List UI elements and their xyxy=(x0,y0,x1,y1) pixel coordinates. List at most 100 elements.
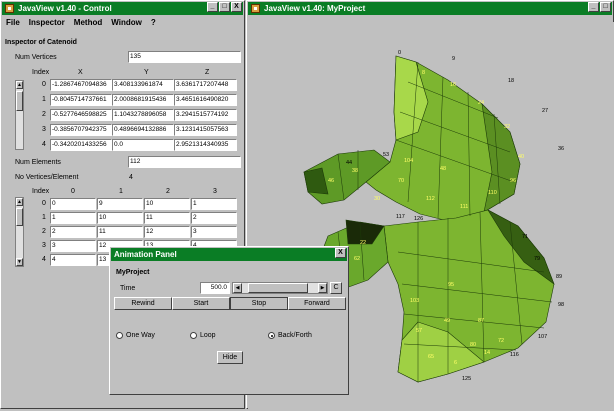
vertex-cell-x[interactable]: -1.2867467094836 xyxy=(50,79,112,91)
vertex-cell-y[interactable]: 3.408133961874 xyxy=(112,79,174,91)
num-elements-field[interactable]: 112 xyxy=(128,156,241,168)
close-button[interactable]: X xyxy=(231,2,242,12)
element-cell[interactable]: 3 xyxy=(191,226,237,238)
vertex-label: 98 xyxy=(558,302,564,308)
vertex-cell-x[interactable]: -0.3420201433256 xyxy=(50,139,112,151)
vertex-label: 57 xyxy=(416,328,422,334)
vertex-label: 27 xyxy=(542,108,548,114)
time-c-button[interactable]: C xyxy=(330,282,342,294)
vertex-label: 38 xyxy=(352,168,358,174)
vertex-label: 110 xyxy=(488,190,497,196)
vertex-label: 72 xyxy=(498,338,504,344)
start-button[interactable]: Start xyxy=(172,297,230,310)
project-window-title: JavaView v1.40: MyProject xyxy=(264,4,366,13)
element-cell[interactable]: 11 xyxy=(97,226,143,238)
minimize-button[interactable]: _ xyxy=(588,2,599,12)
element-cell[interactable]: 12 xyxy=(144,226,190,238)
vertex-table-scrollbar[interactable]: ▲ xyxy=(15,80,24,150)
vertex-cell-z[interactable]: 3.4651616490820 xyxy=(174,94,237,106)
scroll-thumb[interactable] xyxy=(16,91,23,111)
vertex-cell-y[interactable]: 0.0 xyxy=(112,139,174,151)
menu-method[interactable]: Method xyxy=(74,18,102,27)
radio-back-forth[interactable] xyxy=(268,332,275,339)
element-cell[interactable]: 2 xyxy=(191,212,237,224)
maximize-button[interactable]: □ xyxy=(219,2,230,12)
vertex-label: 126 xyxy=(414,216,423,222)
menu-window[interactable]: Window xyxy=(111,18,142,27)
vertex-cell-z[interactable]: 2.9521314340935 xyxy=(174,139,237,151)
element-cell[interactable]: 1 xyxy=(191,198,237,210)
mode-loop[interactable]: Loop xyxy=(190,332,216,339)
hide-button[interactable]: Hide xyxy=(217,351,243,364)
menu-file[interactable]: File xyxy=(6,18,20,27)
vertex-label: 9 xyxy=(452,56,455,62)
vertex-cell-y[interactable]: 1.1043278896058 xyxy=(112,109,174,121)
time-field[interactable]: 500.0 xyxy=(200,282,230,294)
vertex-cell-z[interactable]: 3.6361717207448 xyxy=(174,79,237,91)
vertex-cell-y[interactable]: 2.0008681915436 xyxy=(112,94,174,106)
animation-titlebar[interactable]: Animation Panel xyxy=(111,248,347,261)
element-cell[interactable]: 0 xyxy=(50,198,96,210)
element-cell[interactable]: 1 xyxy=(50,212,96,224)
rewind-button[interactable]: Rewind xyxy=(114,297,172,310)
minimize-button[interactable]: _ xyxy=(207,2,218,12)
scroll-up-arrow[interactable]: ▲ xyxy=(16,198,23,206)
vertex-label: 111 xyxy=(460,204,468,210)
vertex-cell-z[interactable]: 3.1231415057563 xyxy=(174,124,237,136)
vertex-label: 8 xyxy=(422,70,425,76)
element-cell[interactable]: 10 xyxy=(144,198,190,210)
slider-right-arrow[interactable]: ▶ xyxy=(318,283,327,293)
vertex-cell-x[interactable]: -0.3856707942375 xyxy=(50,124,112,136)
vertex-header-index: Index xyxy=(32,69,50,76)
close-button[interactable]: X xyxy=(335,248,346,258)
maximize-button[interactable]: □ xyxy=(600,2,611,12)
stop-button[interactable]: Stop xyxy=(230,297,288,310)
time-slider[interactable]: ◀ ▶ xyxy=(232,282,328,294)
slider-left-arrow[interactable]: ◀ xyxy=(233,283,242,293)
scroll-thumb[interactable] xyxy=(16,208,23,226)
vertex-label: 112 xyxy=(426,196,435,202)
vertex-label: 65 xyxy=(428,354,434,360)
slider-thumb[interactable] xyxy=(248,283,308,293)
time-label: Time xyxy=(120,285,136,292)
animation-window-buttons: X xyxy=(335,248,346,258)
java-app-icon xyxy=(251,4,260,13)
element-cell[interactable]: 9 xyxy=(97,198,143,210)
vertex-header-x: X xyxy=(78,69,83,76)
vertex-label: 62 xyxy=(354,256,360,262)
vertex-label: 53 xyxy=(383,152,389,158)
element-table-scrollbar[interactable]: ▲ ▼ xyxy=(15,197,24,267)
vertex-label: 40 xyxy=(518,154,524,160)
vertex-row-index: 2 xyxy=(42,111,46,118)
forward-button[interactable]: Forward xyxy=(288,297,346,310)
element-cell[interactable]: 10 xyxy=(97,212,143,224)
inspector-heading: Inspector of Catenoid xyxy=(5,39,77,46)
vertex-row-index: 1 xyxy=(42,96,46,103)
scroll-up-arrow[interactable]: ▲ xyxy=(16,81,23,89)
radio-one-way[interactable] xyxy=(116,332,123,339)
vertex-cell-x[interactable]: -0.5277646598825 xyxy=(50,109,112,121)
project-titlebar[interactable]: JavaView v1.40: MyProject xyxy=(248,2,612,15)
mode-one-way[interactable]: One Way xyxy=(116,332,155,339)
element-cell[interactable]: 3 xyxy=(50,240,96,252)
vertex-cell-y[interactable]: 0.4896694132886 xyxy=(112,124,174,136)
element-row-index: 4 xyxy=(42,256,46,263)
menu-inspector[interactable]: Inspector xyxy=(29,18,65,27)
vertex-label: 22 xyxy=(360,240,366,246)
element-row-index: 0 xyxy=(42,200,46,207)
vertex-row-index: 4 xyxy=(42,141,46,148)
vertex-cell-z[interactable]: 3.2941515774192 xyxy=(174,109,237,121)
element-cell[interactable]: 11 xyxy=(144,212,190,224)
vertex-label: 32 xyxy=(504,124,510,130)
vertex-label: 104 xyxy=(404,158,413,164)
num-vertices-field[interactable]: 135 xyxy=(128,51,241,63)
element-cell[interactable]: 4 xyxy=(50,254,96,266)
element-cell[interactable]: 2 xyxy=(50,226,96,238)
vertex-label: 117 xyxy=(396,214,405,220)
mode-back-forth[interactable]: Back/Forth xyxy=(268,332,312,339)
menu-help[interactable]: ? xyxy=(151,18,156,27)
vertex-cell-x[interactable]: -0.8045714737661 xyxy=(50,94,112,106)
radio-loop[interactable] xyxy=(190,332,197,339)
vertex-label: 125 xyxy=(462,376,471,382)
scroll-down-arrow[interactable]: ▼ xyxy=(16,258,23,266)
